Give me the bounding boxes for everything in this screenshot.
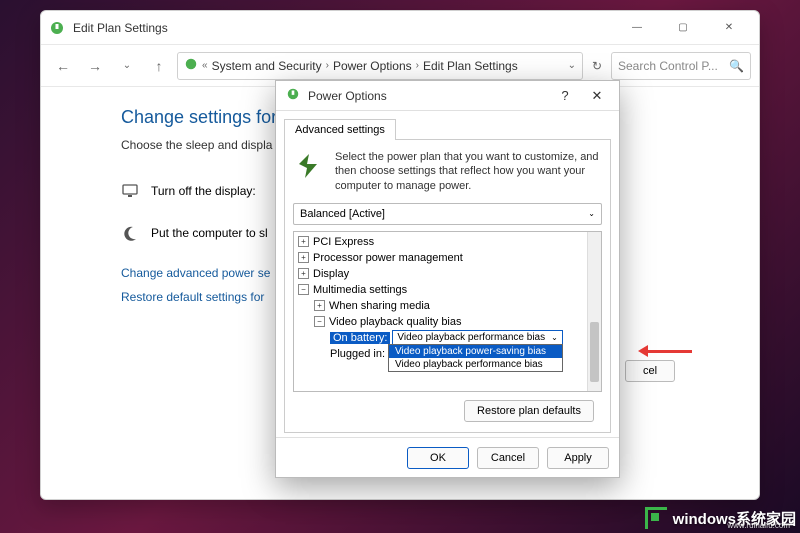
minimize-button[interactable]: ― (615, 14, 659, 42)
search-input[interactable]: Search Control P... 🔍 (611, 52, 751, 80)
watermark-subtext: www.ruihaifu.com (727, 521, 790, 530)
plan-select[interactable]: Balanced [Active] ⌄ (293, 203, 602, 225)
dialog-title: Power Options (308, 89, 545, 103)
close-button[interactable]: ✕ (707, 14, 751, 42)
power-options-dialog: Power Options ? ✕ Advanced settings Sele… (275, 80, 620, 478)
dialog-buttons: OK Cancel Apply (276, 437, 619, 477)
tree-item[interactable]: PCI Express (313, 236, 374, 248)
window-title: Edit Plan Settings (73, 21, 615, 35)
up-button[interactable]: ↑ (145, 52, 173, 80)
tree-item-multimedia[interactable]: Multimedia settings (313, 284, 407, 296)
breadcrumb[interactable]: « System and Security › Power Options › … (177, 52, 583, 80)
breadcrumb-segment[interactable]: Edit Plan Settings (423, 59, 518, 73)
chevron-down-icon: ⌄ (588, 209, 595, 218)
display-label: Turn off the display: (151, 184, 256, 198)
expand-icon[interactable]: + (314, 300, 325, 311)
watermark: windows系统家园 www.ruihaifu.com (645, 507, 796, 529)
help-button[interactable]: ? (553, 88, 577, 103)
breadcrumb-segment[interactable]: System and Security (212, 59, 322, 73)
search-icon: 🔍 (729, 59, 744, 73)
expand-icon[interactable]: + (298, 252, 309, 263)
power-plug-icon (49, 20, 65, 36)
chevron-left-icon: « (202, 60, 208, 71)
maximize-button[interactable]: ▢ (661, 14, 705, 42)
monitor-icon (121, 182, 139, 200)
on-battery-label: On battery: (330, 332, 390, 344)
sleep-label: Put the computer to sl (151, 226, 268, 240)
arrow-shaft (648, 350, 692, 353)
watermark-logo-icon (645, 507, 667, 529)
tree-item[interactable]: When sharing media (329, 300, 430, 312)
dialog-titlebar: Power Options ? ✕ (276, 81, 619, 111)
refresh-button[interactable]: ↻ (587, 59, 607, 73)
tab-advanced-settings[interactable]: Advanced settings (284, 119, 396, 140)
on-battery-dropdown-list[interactable]: Video playback power-saving bias Video p… (388, 344, 563, 372)
search-placeholder: Search Control P... (618, 59, 718, 73)
cancel-button[interactable]: Cancel (477, 447, 539, 469)
tree-item[interactable]: Processor power management (313, 252, 463, 264)
callout-arrow (638, 345, 692, 357)
power-plug-icon (184, 57, 198, 74)
expand-icon[interactable]: + (298, 236, 309, 247)
tab-panel: Select the power plan that you want to c… (284, 139, 611, 433)
apply-button[interactable]: Apply (547, 447, 609, 469)
collapse-icon[interactable]: − (314, 316, 325, 327)
ok-button[interactable]: OK (407, 447, 469, 469)
breadcrumb-segment[interactable]: Power Options (333, 59, 412, 73)
close-button[interactable]: ✕ (585, 88, 609, 104)
underlying-cancel-button[interactable]: cel (625, 360, 675, 382)
chevron-down-icon: ⌄ (551, 333, 558, 342)
dialog-blurb: Select the power plan that you want to c… (335, 150, 602, 193)
on-battery-value: Video playback performance bias (397, 332, 545, 343)
plugged-in-label: Plugged in: (330, 348, 385, 360)
forward-button[interactable]: → (81, 52, 109, 80)
titlebar: Edit Plan Settings ― ▢ ✕ (41, 11, 759, 45)
collapse-icon[interactable]: − (298, 284, 309, 295)
chevron-right-icon: › (416, 60, 419, 71)
restore-plan-defaults-button[interactable]: Restore plan defaults (464, 400, 594, 422)
power-plug-icon (286, 87, 300, 104)
dropdown-option-power-saving[interactable]: Video playback power-saving bias (389, 345, 562, 358)
plan-select-value: Balanced [Active] (300, 208, 385, 220)
back-button[interactable]: ← (49, 52, 77, 80)
chevron-right-icon: › (326, 60, 329, 71)
moon-icon (121, 224, 139, 242)
tree-item[interactable]: Display (313, 268, 349, 280)
expand-icon[interactable]: + (298, 268, 309, 279)
chevron-down-icon[interactable]: ⌄ (568, 60, 576, 71)
tab-row: Advanced settings (276, 111, 619, 139)
settings-tree[interactable]: + PCI Express + Processor power management… (293, 231, 602, 392)
recent-dropdown-icon[interactable]: ⌄ (113, 52, 141, 80)
arrow-head-icon (638, 345, 648, 357)
dropdown-option-performance[interactable]: Video playback performance bias (389, 358, 562, 371)
tree-item-playback-bias[interactable]: Video playback quality bias (329, 316, 462, 328)
battery-icon (293, 150, 325, 182)
